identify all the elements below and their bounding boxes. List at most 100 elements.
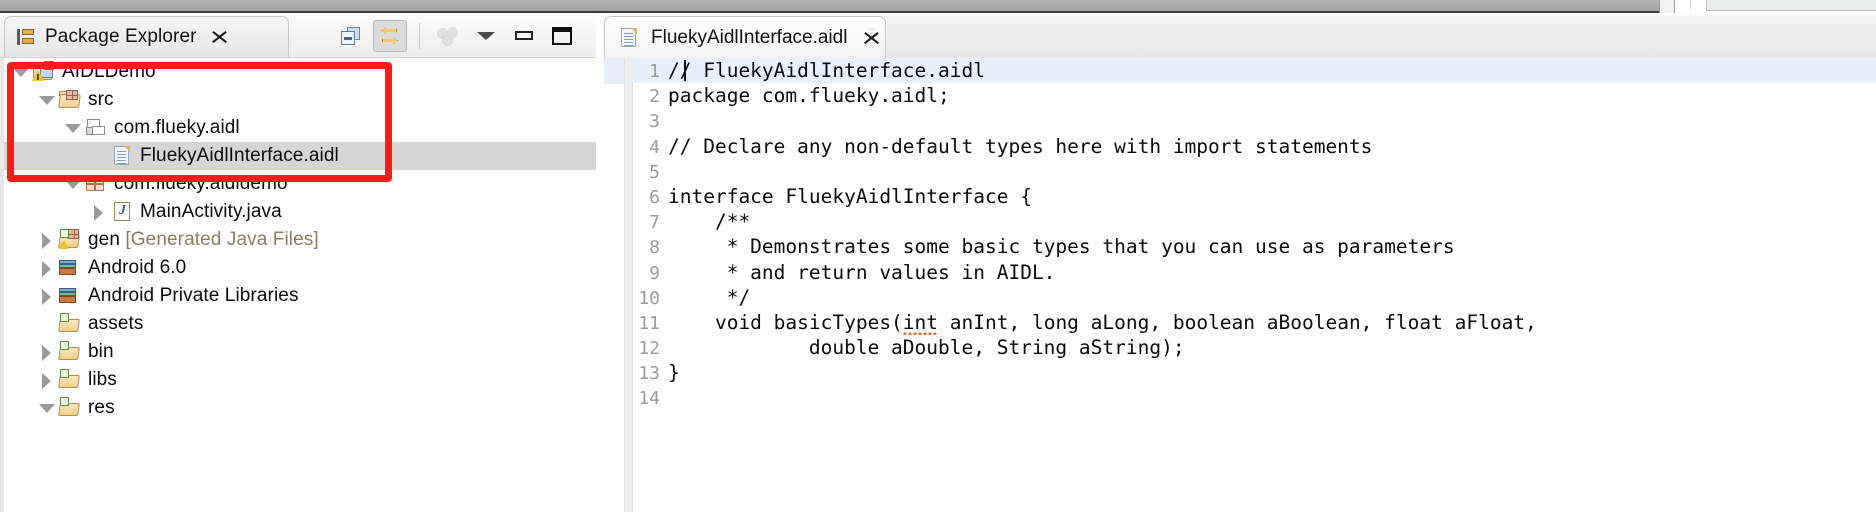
code-text: }	[668, 361, 680, 385]
code-text: interface FluekyAidlInterface {	[668, 184, 1032, 208]
tab-package-explorer[interactable]: Package Explorer	[4, 16, 289, 57]
chevron-down-icon[interactable]	[62, 170, 84, 198]
tree-item-res[interactable]: res	[4, 394, 596, 422]
code-line: 12 double aDouble, String aString);	[632, 335, 1876, 360]
line-number: 9	[649, 262, 660, 284]
tree-item-suffix: [Generated Java Files]	[120, 229, 319, 250]
maximize-icon	[551, 26, 573, 46]
editor-marker-bar[interactable]	[604, 58, 625, 512]
minimize-icon	[513, 27, 535, 45]
tab-flueky-aidl-interface[interactable]: FluekyAidlInterface.aidl	[604, 16, 886, 58]
tree-item-label: com.flueky.aidl	[114, 117, 240, 138]
tree-item-src[interactable]: src	[4, 86, 596, 114]
code-line: 13}	[632, 360, 1876, 385]
toolbar-divider	[419, 23, 420, 49]
chevron-right-icon[interactable]	[36, 254, 58, 282]
chevron-right-icon[interactable]	[36, 226, 58, 254]
maximize-button[interactable]	[546, 21, 578, 51]
toolbar-group[interactable]	[1706, 0, 1876, 11]
gen-folder-icon	[58, 229, 82, 251]
code-line: 5	[632, 159, 1876, 184]
project-tree[interactable]: AIDLDemo src com.flueky.aidl FluekyAidlInte…	[4, 58, 596, 512]
line-number: 10	[638, 287, 660, 309]
line-number: 2	[649, 86, 660, 108]
chevron-down-icon[interactable]	[62, 114, 84, 142]
chevron-down-icon[interactable]	[36, 86, 58, 114]
chevron-right-icon[interactable]	[36, 282, 58, 310]
code-line: 11 void basicTypes(int anInt, long aLong…	[632, 310, 1876, 336]
window-title-bar	[0, 0, 1659, 13]
line-number: 13	[638, 363, 660, 385]
package-explorer-title: Package Explorer	[45, 26, 197, 47]
link-with-editor-icon	[379, 26, 401, 46]
editor-tab-label: FluekyAidlInterface.aidl	[651, 26, 848, 48]
code-line: 14	[632, 385, 1876, 410]
error-underline: int	[902, 310, 939, 336]
package-brown-icon	[84, 173, 108, 195]
code-line: 1 // FluekyAidlInterface.aidl	[632, 58, 1876, 84]
folder-icon	[58, 397, 82, 419]
link-with-editor-button[interactable]	[373, 20, 407, 52]
tree-item-gen[interactable]: gen [Generated Java Files]	[4, 226, 596, 254]
tree-item-libs[interactable]: libs	[4, 366, 596, 394]
line-number: 4	[649, 136, 660, 158]
tree-item-label: MainActivity.java	[140, 201, 282, 222]
horizontal-scroll-thumb[interactable]	[1659, 0, 1675, 13]
tree-item-aidldemo[interactable]: AIDLDemo	[4, 58, 596, 86]
view-menu-button[interactable]	[470, 21, 502, 51]
aidl-file-icon	[617, 27, 641, 49]
package-explorer-tabbar: Package Explorer	[0, 14, 596, 58]
tree-item-label: Android Private Libraries	[88, 285, 299, 306]
code-line: 8 * Demonstrates some basic types that y…	[632, 234, 1876, 259]
source-folder-icon	[58, 89, 82, 111]
line-number: 14	[638, 388, 660, 410]
chevron-right-icon[interactable]	[36, 338, 58, 366]
chevron-right-icon[interactable]	[36, 366, 58, 394]
tree-item-mainactivity-java[interactable]: J MainActivity.java	[4, 198, 596, 226]
screenshot-root: Package Explorer AIDLDemo src com.flueky…	[0, 0, 1876, 512]
tree-item-label: AIDLDemo	[62, 61, 156, 82]
view-menu-icon	[475, 27, 497, 45]
close-icon[interactable]	[861, 27, 881, 48]
java-project-icon	[32, 61, 56, 83]
twisty-placeholder	[36, 310, 58, 338]
tree-item-label: FluekyAidlInterface.aidl	[140, 145, 339, 166]
tree-item-android-6-0[interactable]: Android 6.0	[4, 254, 596, 282]
tree-item-android-private-libraries[interactable]: Android Private Libraries	[4, 282, 596, 310]
chevron-right-icon[interactable]	[88, 198, 110, 226]
minimize-button[interactable]	[508, 21, 540, 51]
tree-item-com-flueky-aidl[interactable]: com.flueky.aidl	[4, 114, 596, 142]
close-icon[interactable]	[209, 27, 229, 47]
tree-item-bin[interactable]: bin	[4, 338, 596, 366]
chevron-down-icon[interactable]	[36, 394, 58, 422]
folder-icon	[58, 341, 82, 363]
package-explorer-toolbar	[335, 20, 578, 52]
code-text: // Declare any non-default types here wi…	[668, 134, 1373, 158]
library-icon	[58, 256, 82, 279]
folder-icon	[58, 369, 82, 391]
twisty-placeholder	[88, 142, 110, 170]
collapse-all-icon	[341, 27, 361, 45]
tree-item-fluekyaidlinterface-aidl[interactable]: FluekyAidlInterface.aidl	[4, 142, 596, 170]
code-text: double aDouble, String aString);	[668, 336, 1185, 360]
package-explorer-icon	[17, 28, 35, 46]
tree-item-label: libs	[88, 369, 117, 390]
editor-tabbar-filler	[887, 16, 1876, 58]
tree-item-assets[interactable]: assets	[4, 310, 596, 338]
editor-area: FluekyAidlInterface.aidl 1 // FluekyAidlI…	[604, 14, 1876, 512]
tree-item-com-flueky-aidldemo[interactable]: com.flueky.aidldemo	[4, 170, 596, 198]
focus-on-active-task-button[interactable]	[432, 21, 464, 51]
chevron-down-icon[interactable]	[10, 58, 32, 86]
code-line: 3	[632, 108, 1876, 133]
tree-item-label: com.flueky.aidldemo	[114, 173, 288, 194]
code-line: 6 interface FluekyAidlInterface {	[632, 184, 1876, 209]
line-number: 6	[649, 186, 660, 208]
code-content[interactable]: 1 // FluekyAidlInterface.aidl 2 package com…	[632, 58, 1876, 512]
code-line: 9 * and return values in AIDL.	[632, 260, 1876, 285]
tree-item-label: assets	[88, 313, 144, 334]
code-text: /**	[668, 210, 751, 234]
collapse-all-button[interactable]	[335, 21, 367, 51]
code-text: * Demonstrates some basic types that you…	[668, 235, 1455, 259]
focus-on-active-task-icon	[437, 26, 459, 46]
pane-sash[interactable]	[596, 14, 604, 512]
